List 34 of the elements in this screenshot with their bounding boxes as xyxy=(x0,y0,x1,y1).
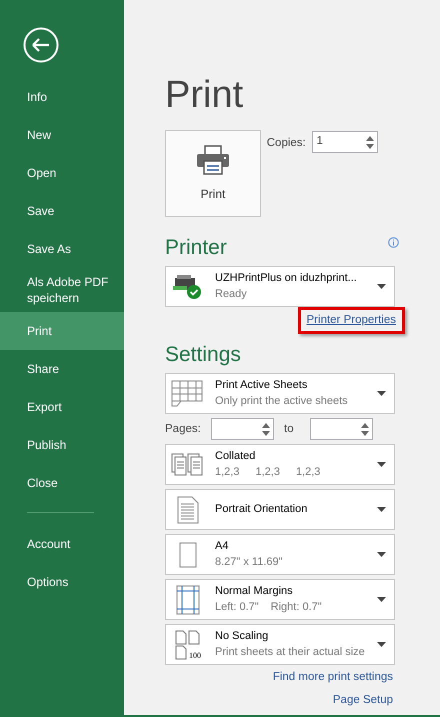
menu-item[interactable]: Share xyxy=(0,350,124,388)
menu-item[interactable]: Options xyxy=(0,563,124,602)
settings-dropdown[interactable]: 100 No Scaling Print sheets at their actual size xyxy=(165,624,395,666)
settings-dropdown[interactable]: Collated 1,2,3 1,2,3 1,2,3 xyxy=(165,444,395,486)
menu-item[interactable]: Publish xyxy=(0,426,124,464)
settings-dropdown[interactable]: Portrait Orientation xyxy=(165,489,395,530)
menu-item[interactable]: Save As xyxy=(0,230,124,268)
menu-item[interactable]: New xyxy=(0,116,124,154)
menu-item[interactable]: Close xyxy=(0,464,124,502)
menu-item[interactable]: Export xyxy=(0,388,124,426)
menu-item[interactable]: Als Adobe PDF speichern xyxy=(0,268,124,312)
printer-properties-link[interactable]: Printer Properties xyxy=(306,314,396,326)
page-title: Print xyxy=(165,76,244,114)
menu-item[interactable]: Save xyxy=(0,192,124,230)
printer-status: Ready xyxy=(215,286,248,302)
settings-dropdown[interactable]: Normal Margins Left: 0.7" Right: 0.7" xyxy=(165,579,395,620)
settings-link[interactable]: Find more print settings xyxy=(272,669,393,686)
pages-label: Pages: xyxy=(165,422,202,437)
scale-percent-label: 100 xyxy=(189,652,201,660)
menu-item[interactable]: Print xyxy=(0,312,124,350)
menu-item[interactable]: Info xyxy=(0,78,124,116)
menu-item[interactable]: Account xyxy=(0,525,124,564)
printer-dropdown[interactable]: UZHPrintPlus on iduzhprint... Ready xyxy=(165,266,395,307)
copies-label: Copies: xyxy=(266,136,306,151)
settings-link[interactable]: Page Setup xyxy=(332,692,393,709)
settings-dropdown[interactable]: A4 8.27" x 11.69" xyxy=(165,534,395,576)
to-label: to xyxy=(284,422,294,437)
section-heading: Printer xyxy=(165,237,227,258)
copies-spinner[interactable]: 1 xyxy=(312,131,378,153)
settings-dropdown[interactable]: Print Active Sheets Only print the active sheets xyxy=(165,373,395,414)
menu-item[interactable]: Open xyxy=(0,154,124,192)
section-heading: Settings xyxy=(165,344,242,366)
printer-name: UZHPrintPlus on iduzhprint... xyxy=(215,270,358,286)
print-button[interactable]: Print xyxy=(165,130,261,217)
